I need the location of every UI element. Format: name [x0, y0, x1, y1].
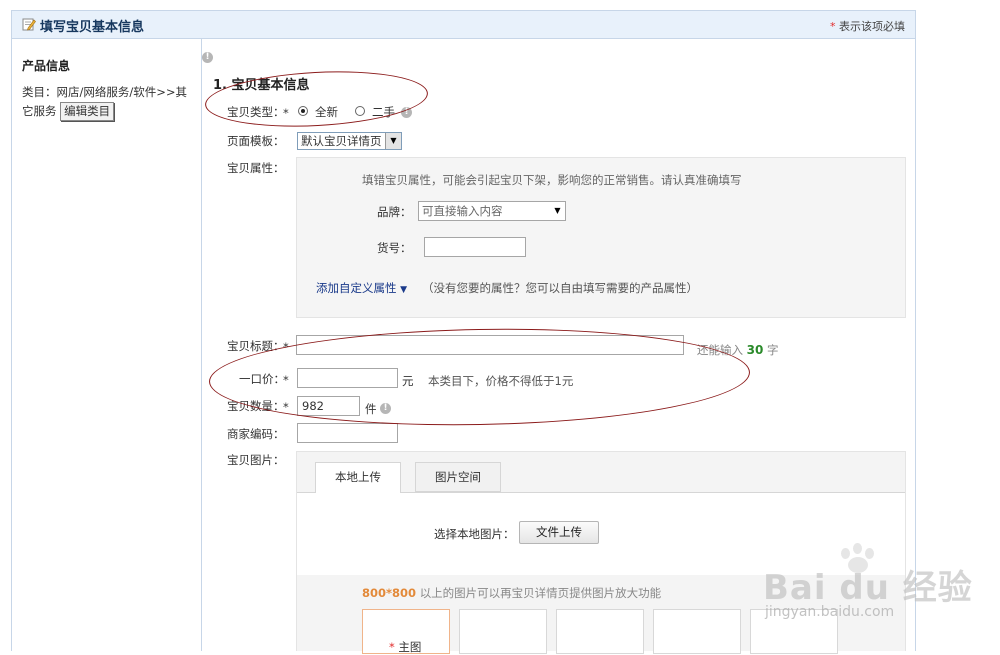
template-select[interactable]: 默认宝贝详情页 ▼ [297, 132, 402, 150]
section-title: 1. 宝贝基本信息 [213, 78, 310, 93]
radio-used-label: 二手 [372, 105, 395, 119]
sku-input[interactable] [424, 237, 526, 257]
product-info-title: 产品信息 [22, 59, 71, 73]
title-label: 宝贝标题： [227, 339, 285, 353]
title-remaining-prefix: 还能输入 [697, 343, 743, 357]
chevron-down-icon: ▼ [550, 202, 565, 220]
radio-used[interactable] [355, 106, 365, 116]
brand-placeholder: 可直接输入内容 [422, 204, 503, 218]
info-icon: ! [202, 52, 213, 63]
zoom-hint: 800*800 以上的图片可以再宝贝详情页提供图片放大功能 [362, 585, 661, 601]
brand-label: 品牌： [377, 205, 412, 219]
watermark-brand: Bai du 经验 [763, 568, 973, 608]
required-note: * 表示该项必填 [830, 18, 905, 34]
add-custom-attribute-link[interactable]: 添加自定义属性 ▼ [316, 280, 407, 296]
image-slot[interactable] [556, 609, 644, 654]
image-slot[interactable] [459, 609, 547, 654]
images-label: 宝贝图片： [227, 453, 285, 467]
panel-header: 填写宝贝基本信息 * 表示该项必填 [12, 11, 915, 39]
title-remaining-count: 30 [746, 343, 764, 357]
brand-combobox[interactable]: 可直接输入内容 ▼ [418, 201, 566, 221]
required-star: * [283, 340, 289, 354]
info-icon: ! [380, 403, 391, 414]
radio-selected-dot [301, 109, 305, 113]
attributes-hint: 填错宝贝属性，可能会引起宝贝下架，影响您的正常销售。请认真准确填写 [362, 173, 742, 187]
title-input[interactable] [296, 335, 684, 355]
product-info-sidebar: 产品信息 类目：网店/网络服务/软件>>其它服务 编辑类目 [12, 39, 202, 651]
page-title: 填写宝贝基本信息 [40, 20, 145, 35]
main-image-slot[interactable]: * 主图 [362, 609, 450, 654]
file-upload-button[interactable]: 文件上传 [519, 521, 599, 544]
price-input[interactable] [297, 368, 398, 388]
info-icon: ! [401, 107, 412, 118]
quantity-unit: 件 [365, 402, 377, 416]
sku-label: 货号： [377, 241, 412, 255]
image-slot[interactable] [653, 609, 741, 654]
quantity-label: 宝贝数量： [227, 399, 285, 413]
required-star: * [830, 20, 836, 33]
tab-local-upload[interactable]: 本地上传 [315, 462, 401, 493]
quantity-input[interactable]: 982 [297, 396, 360, 416]
select-local-label: 选择本地图片： [434, 527, 515, 541]
custom-attribute-hint: （没有您要的属性？您可以自由填写需要的产品属性） [422, 281, 698, 295]
zoom-size: 800*800 [362, 586, 417, 600]
required-star: * [389, 640, 395, 654]
required-star: * [283, 400, 289, 414]
price-unit: 元 [402, 374, 414, 388]
price-hint: 本类目下，价格不得低于1元 [428, 374, 574, 388]
required-star: * [283, 373, 289, 387]
required-star: * [283, 106, 289, 120]
edit-icon [22, 18, 36, 31]
chevron-down-icon: ▼ [385, 133, 401, 149]
title-remaining: 还能输入 30 字 [697, 342, 779, 358]
tab-image-space[interactable]: 图片空间 [415, 462, 501, 492]
template-label: 页面模板： [227, 134, 285, 148]
zoom-hint-text: 以上的图片可以再宝贝详情页提供图片放大功能 [419, 586, 662, 600]
caret-down-icon: ▼ [400, 285, 408, 295]
radio-new-label: 全新 [315, 105, 338, 119]
item-type-label: 宝贝类型： [227, 105, 285, 119]
main-image-text: 主图 [398, 640, 422, 654]
add-custom-attribute-text: 添加自定义属性 [316, 281, 397, 295]
category-path: 类目：网店/网络服务/软件>>其它服务 编辑类目 [22, 83, 198, 121]
template-select-value: 默认宝贝详情页 [301, 134, 382, 148]
merchant-code-input[interactable] [297, 423, 398, 443]
merchant-code-label: 商家编码： [227, 427, 285, 441]
required-note-text: 表示该项必填 [839, 20, 905, 33]
price-label: 一口价： [239, 372, 285, 386]
attributes-label: 宝贝属性： [227, 161, 285, 175]
radio-new[interactable] [298, 106, 308, 116]
paw-icon [841, 548, 850, 559]
main-image-label: * 主图 [389, 639, 421, 655]
watermark-url: jingyan.baidu.com [765, 604, 895, 620]
edit-category-button[interactable]: 编辑类目 [60, 102, 115, 121]
title-remaining-suffix: 字 [767, 343, 779, 357]
